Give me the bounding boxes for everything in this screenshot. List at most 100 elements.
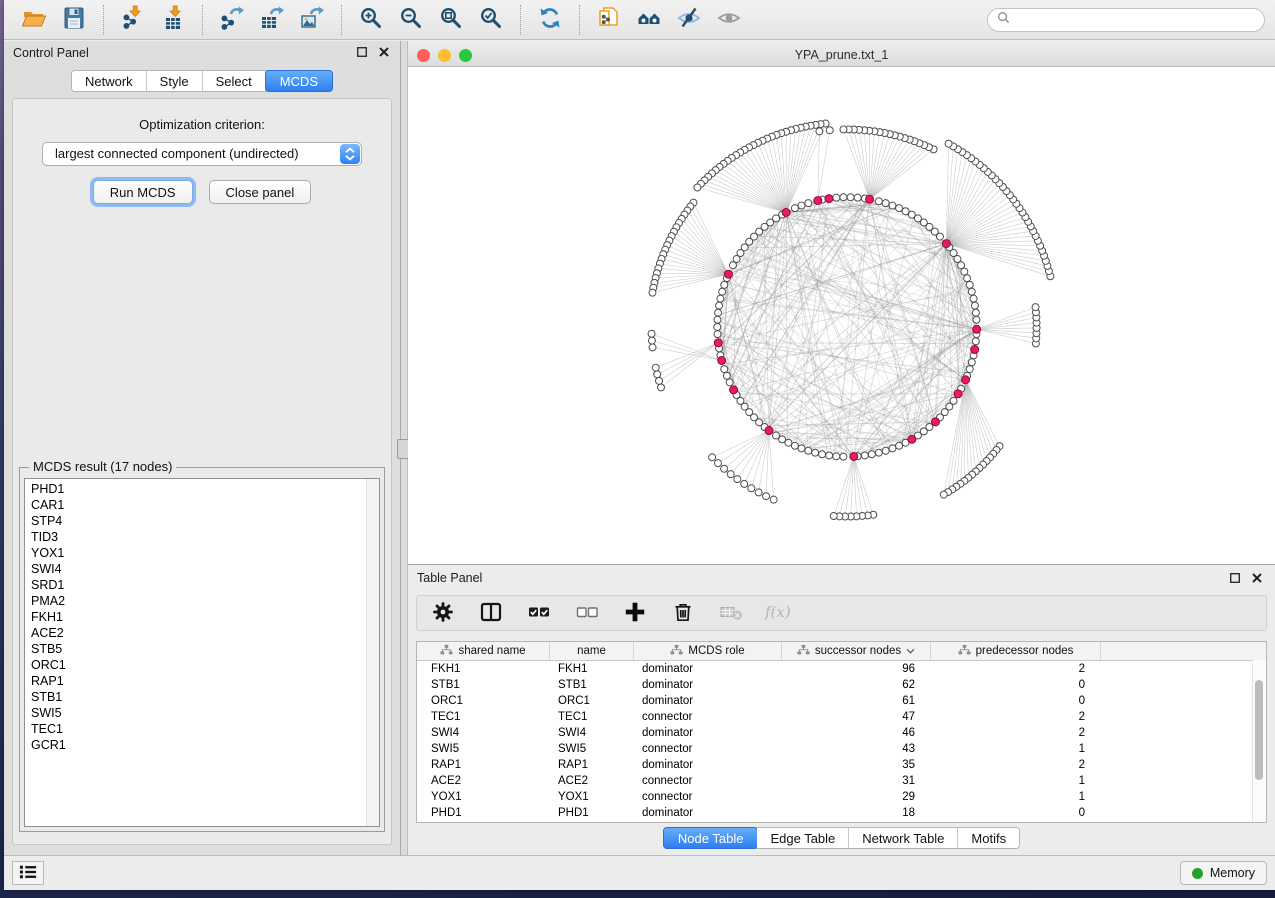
table-cell: RAP1 bbox=[417, 759, 550, 771]
table-row[interactable]: ACE2ACE2connector311 bbox=[417, 773, 1266, 789]
zoom-selected-button[interactable] bbox=[471, 3, 511, 37]
mcds-result-item[interactable]: RAP1 bbox=[31, 673, 365, 689]
network-graph[interactable] bbox=[408, 67, 1275, 564]
main-area: Control Panel NetworkStyleSelectMCDS Opt… bbox=[4, 41, 1275, 855]
mcds-result-item[interactable]: PHD1 bbox=[31, 481, 365, 497]
mcds-result-item[interactable]: YOX1 bbox=[31, 545, 365, 561]
zoom-fit-button[interactable] bbox=[431, 3, 471, 37]
table-cell: dominator bbox=[634, 807, 782, 819]
column-header-MCDS-role[interactable]: MCDS role bbox=[634, 642, 782, 660]
zoom-in-button[interactable] bbox=[351, 3, 391, 37]
table-row[interactable]: YOX1YOX1connector291 bbox=[417, 789, 1266, 805]
mcds-result-item[interactable]: STB1 bbox=[31, 689, 365, 705]
mcds-result-item[interactable]: TEC1 bbox=[31, 721, 365, 737]
close-panel-icon[interactable] bbox=[1251, 571, 1263, 589]
column-label: shared name bbox=[458, 645, 525, 657]
table-row[interactable]: ORC1ORC1dominator610 bbox=[417, 693, 1266, 709]
mcds-result-item[interactable]: FKH1 bbox=[31, 609, 365, 625]
panel-splitter[interactable] bbox=[400, 41, 408, 855]
export-network-button[interactable] bbox=[212, 3, 252, 37]
network-canvas[interactable] bbox=[408, 67, 1275, 564]
tab-network-table[interactable]: Network Table bbox=[849, 828, 958, 848]
float-panel-icon[interactable] bbox=[1229, 571, 1241, 589]
task-history-button[interactable] bbox=[12, 861, 44, 885]
mcds-result-item[interactable]: GCR1 bbox=[31, 737, 365, 753]
delete-columns-button[interactable] bbox=[669, 599, 697, 627]
column-header-name[interactable]: name bbox=[550, 642, 634, 660]
mcds-result-item[interactable]: ACE2 bbox=[31, 625, 365, 641]
table-cell: PHD1 bbox=[550, 807, 634, 819]
show-all-button[interactable] bbox=[709, 3, 749, 37]
tab-network[interactable]: Network bbox=[72, 71, 147, 91]
mcds-result-item[interactable]: SWI5 bbox=[31, 705, 365, 721]
table-row[interactable]: TEC1TEC1connector472 bbox=[417, 709, 1266, 725]
save-session-button[interactable] bbox=[54, 3, 94, 37]
table-cell: 1 bbox=[931, 775, 1101, 787]
table-row[interactable]: SWI4SWI4dominator462 bbox=[417, 725, 1266, 741]
show-columns-button[interactable] bbox=[477, 599, 505, 627]
table-row[interactable]: PHD1PHD1dominator180 bbox=[417, 805, 1266, 821]
close-panel-button[interactable]: Close panel bbox=[209, 180, 312, 204]
import-network-icon bbox=[120, 5, 146, 34]
column-header-filler bbox=[1101, 642, 1266, 660]
mcds-result-item[interactable]: STP4 bbox=[31, 513, 365, 529]
table-row[interactable]: FKH1FKH1dominator962 bbox=[417, 661, 1266, 677]
memory-button[interactable]: Memory bbox=[1180, 861, 1267, 885]
table-cell: 18 bbox=[782, 807, 931, 819]
table-cell: 43 bbox=[782, 743, 931, 755]
table-row[interactable]: RAP1RAP1dominator352 bbox=[417, 757, 1266, 773]
export-table-button[interactable] bbox=[252, 3, 292, 37]
table-cell: SWI5 bbox=[417, 743, 550, 755]
table-row[interactable]: SWI5SWI5connector431 bbox=[417, 741, 1266, 757]
run-mcds-button[interactable]: Run MCDS bbox=[93, 180, 193, 204]
optimization-criterion-select[interactable]: largest connected component (undirected) bbox=[42, 142, 362, 166]
table-settings-button[interactable] bbox=[429, 599, 457, 627]
tab-select[interactable]: Select bbox=[203, 71, 266, 91]
plus-icon bbox=[622, 599, 648, 628]
create-column-button[interactable] bbox=[621, 599, 649, 627]
mcds-result-item[interactable]: CAR1 bbox=[31, 497, 365, 513]
mcds-result-item[interactable]: PMA2 bbox=[31, 593, 365, 609]
scrollbar-thumb[interactable] bbox=[1255, 680, 1263, 780]
table-cell: 2 bbox=[931, 663, 1101, 675]
tab-node-table[interactable]: Node Table bbox=[663, 827, 759, 849]
table-scrollbar[interactable] bbox=[1252, 660, 1266, 822]
zoom-out-button[interactable] bbox=[391, 3, 431, 37]
refresh-view-button[interactable] bbox=[530, 3, 570, 37]
import-network-button[interactable] bbox=[113, 3, 153, 37]
column-header-predecessor-nodes[interactable]: predecessor nodes bbox=[931, 642, 1101, 660]
search-input[interactable] bbox=[1016, 12, 1255, 28]
mcds-result-item[interactable]: SWI4 bbox=[31, 561, 365, 577]
check-pair-icon bbox=[526, 599, 552, 628]
hide-selected-button[interactable] bbox=[669, 3, 709, 37]
open-session-button[interactable] bbox=[14, 3, 54, 37]
close-panel-icon[interactable] bbox=[378, 46, 390, 58]
mcds-result-list[interactable]: PHD1CAR1STP4TID3YOX1SWI4SRD1PMA2FKH1ACE2… bbox=[24, 478, 380, 827]
tab-style[interactable]: Style bbox=[147, 71, 203, 91]
mcds-result-item[interactable]: TID3 bbox=[31, 529, 365, 545]
export-image-button[interactable] bbox=[292, 3, 332, 37]
mcds-result-item[interactable]: ORC1 bbox=[31, 657, 365, 673]
tab-edge-table[interactable]: Edge Table bbox=[757, 828, 849, 848]
first-neighbors-button[interactable] bbox=[629, 3, 669, 37]
table-cell: 1 bbox=[931, 791, 1101, 803]
tab-motifs[interactable]: Motifs bbox=[958, 828, 1019, 848]
export-to-web-button[interactable] bbox=[589, 3, 629, 37]
float-panel-icon[interactable] bbox=[356, 46, 368, 58]
tab-mcds[interactable]: MCDS bbox=[265, 70, 333, 92]
select-all-rows-button[interactable] bbox=[525, 599, 553, 627]
list-scrollbar[interactable] bbox=[366, 479, 379, 826]
deselect-all-rows-button[interactable] bbox=[573, 599, 601, 627]
table-cell: FKH1 bbox=[417, 663, 550, 675]
search-box[interactable] bbox=[987, 8, 1265, 32]
table-cell: FKH1 bbox=[550, 663, 634, 675]
import-table-button[interactable] bbox=[153, 3, 193, 37]
toolbar-separator bbox=[341, 5, 342, 35]
column-header-successor-nodes[interactable]: successor nodes bbox=[782, 642, 931, 660]
table-cell: RAP1 bbox=[550, 759, 634, 771]
mcds-result-item[interactable]: SRD1 bbox=[31, 577, 365, 593]
mcds-result-item[interactable]: STB5 bbox=[31, 641, 365, 657]
column-header-shared-name[interactable]: shared name bbox=[417, 642, 550, 660]
table-cell: 31 bbox=[782, 775, 931, 787]
table-row[interactable]: STB1STB1dominator620 bbox=[417, 677, 1266, 693]
